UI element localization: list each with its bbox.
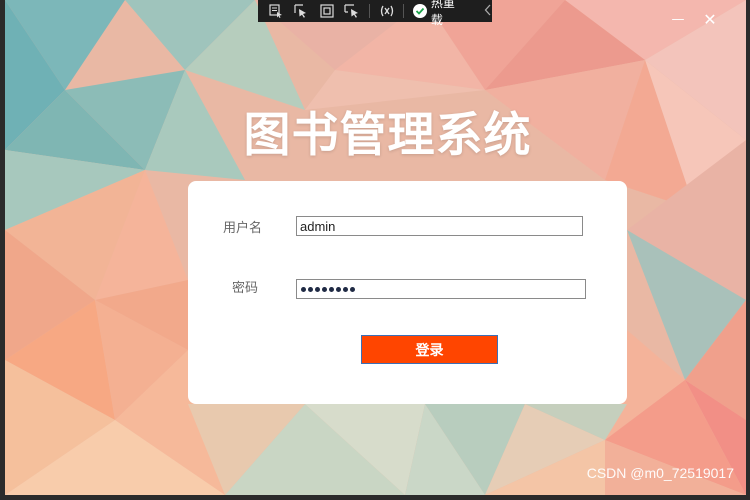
password-mask-dot (301, 286, 306, 292)
binding-failures-button[interactable] (375, 1, 398, 21)
login-button[interactable]: 登录 (361, 335, 498, 364)
password-mask-dot (308, 286, 313, 292)
hot-reload-check-icon (413, 4, 427, 18)
toolbar-separator (403, 4, 405, 18)
app-title: 图书管理系统 (243, 108, 532, 163)
track-focus-icon (344, 4, 359, 18)
select-element-icon (269, 4, 282, 18)
password-label: 密码 (232, 281, 259, 296)
layout-adorner-button[interactable] (315, 1, 338, 21)
close-icon: ✕ (703, 9, 717, 29)
collapse-toolbar-button[interactable] (484, 4, 492, 19)
minimize-icon: — (671, 11, 685, 27)
password-mask-dot (336, 286, 341, 292)
track-focus-button[interactable] (340, 1, 363, 21)
password-mask-dot (350, 286, 355, 292)
toolbar-separator (368, 4, 370, 18)
debug-toolbar: 热重载 (258, 0, 492, 27)
hot-reload-label: 热重载 (430, 0, 455, 27)
binding-failures-icon (380, 5, 393, 17)
password-mask-dot (329, 286, 334, 292)
login-card: 用户名 密码 登录 (188, 181, 627, 404)
login-window: 图书管理系统 — ✕ 用户名 密码 登录 CSDN @m0_72519017 (5, 0, 746, 495)
layout-adorner-icon (320, 4, 334, 18)
watermark: CSDN @m0_72519017 (586, 465, 734, 481)
minimize-button[interactable]: — (665, 8, 691, 30)
username-label: 用户名 (223, 221, 263, 236)
password-input[interactable] (296, 279, 586, 299)
hot-reload-button[interactable]: 热重载 (409, 0, 470, 27)
pointer-icon (294, 4, 307, 18)
password-mask-dot (343, 286, 348, 292)
password-mask-dot (315, 286, 320, 292)
username-input[interactable] (296, 216, 583, 236)
select-element-button[interactable] (264, 1, 287, 21)
collapse-chevron-icon (484, 4, 491, 15)
pointer-button[interactable] (289, 1, 312, 21)
password-mask-dot (322, 286, 327, 292)
close-button[interactable]: ✕ (697, 8, 723, 30)
